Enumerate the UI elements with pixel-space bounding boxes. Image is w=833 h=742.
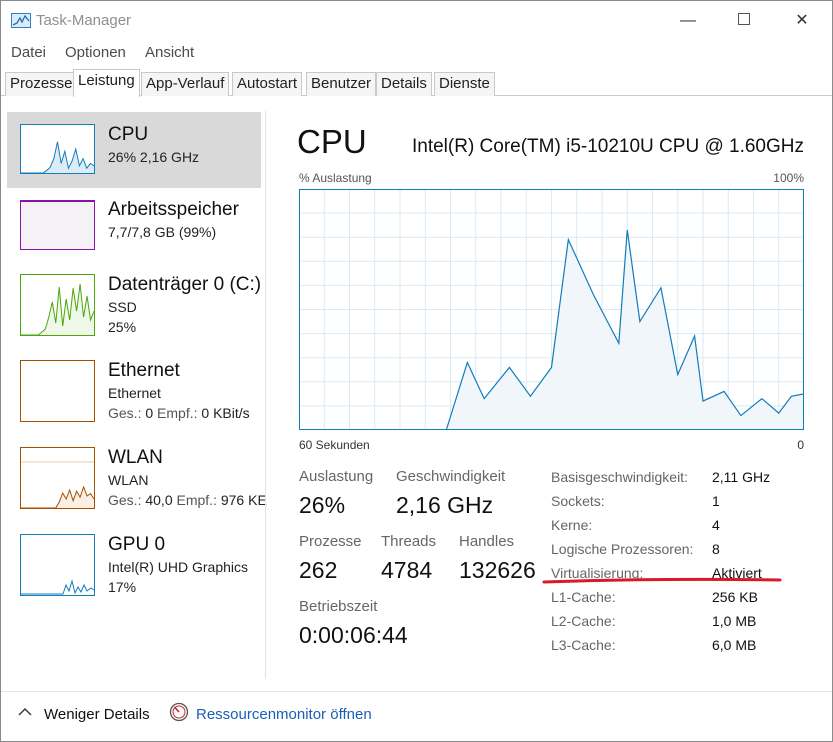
l2-cache-value: 1,0 MB — [712, 613, 757, 629]
l3-cache-value: 6,0 MB — [712, 637, 757, 653]
resource-detail: SSD — [108, 299, 137, 315]
memory-sparkline — [20, 200, 95, 250]
cpu-detail-panel: CPU Intel(R) Core(TM) i5-10210U CPU @ 1.… — [266, 97, 832, 677]
resource-detail: Ethernet — [108, 385, 161, 401]
title-bar: Task-Manager — ✕ — [1, 1, 832, 41]
task-manager-window: Task-Manager — ✕ Datei Optionen Ansicht … — [0, 0, 833, 742]
gpu-sparkline — [20, 534, 95, 596]
resource-item-wlan[interactable]: WLAN WLAN Ges.: 40,0 Empf.: 976 KE — [7, 442, 267, 518]
resource-item-cpu[interactable]: CPU 26% 2,16 GHz — [7, 112, 261, 188]
receive-value: 976 KE — [220, 492, 267, 508]
chevron-up-icon[interactable] — [17, 706, 33, 718]
resource-detail: WLAN — [108, 472, 149, 488]
resource-detail-2: 17% — [108, 579, 137, 595]
resource-item-gpu[interactable]: GPU 0 Intel(R) UHD Graphics 17% — [7, 529, 261, 605]
menu-bar: Datei Optionen Ansicht — [1, 41, 832, 65]
maximize-icon — [738, 13, 750, 26]
x-axis-end-label: 0 — [797, 438, 804, 452]
wlan-sparkline — [20, 447, 95, 509]
cpu-usage-chart — [299, 189, 804, 430]
l1-cache-label: L1-Cache: — [551, 589, 616, 605]
sparkline-area — [21, 141, 94, 173]
resource-title: Arbeitsspeicher — [108, 199, 239, 220]
cpu-sparkline — [20, 124, 95, 174]
tab-dienste[interactable]: Dienste — [434, 72, 495, 96]
l2-cache-label: L2-Cache: — [551, 613, 616, 629]
processes-value: 262 — [299, 557, 338, 583]
minimize-button[interactable]: — — [665, 7, 711, 35]
resource-title: Datenträger 0 (C:) — [108, 274, 262, 295]
logical-processors-label: Logische Prozessoren: — [551, 541, 694, 557]
resource-title: GPU 0 — [108, 534, 166, 555]
receive-value: 0 KBit/s — [201, 405, 250, 421]
l1-cache-value: 256 KB — [712, 589, 758, 605]
cores-value: 4 — [712, 517, 720, 533]
l3-cache-label: L3-Cache: — [551, 637, 616, 653]
threads-value: 4784 — [381, 557, 433, 583]
base-speed-value: 2,11 GHz — [712, 469, 771, 485]
maximize-button[interactable] — [721, 7, 767, 35]
sockets-value: 1 — [712, 493, 720, 509]
handles-label: Handles — [459, 533, 515, 550]
logical-processors-value: 8 — [712, 541, 720, 557]
resource-throughput: Ges.: 40,0 Empf.: 976 KE — [108, 492, 267, 508]
menu-datei[interactable]: Datei — [11, 44, 46, 61]
y-axis-label: % Auslastung — [299, 171, 372, 185]
y-axis-max-label: 100% — [773, 171, 804, 185]
resource-item-disk[interactable]: Datenträger 0 (C:) SSD 25% — [7, 269, 261, 345]
cpu-model-name: Intel(R) Core(TM) i5-10210U CPU @ 1.60GH… — [411, 136, 804, 157]
tab-autostart[interactable]: Autostart — [232, 72, 303, 96]
handles-value: 132626 — [459, 557, 536, 583]
resource-detail-2: 25% — [108, 319, 137, 335]
sparkline-area — [21, 201, 94, 249]
menu-ansicht[interactable]: Ansicht — [145, 44, 194, 61]
send-label: Ges.: — [108, 405, 142, 421]
disk-sparkline — [20, 274, 95, 336]
resource-title: WLAN — [108, 447, 163, 468]
send-value: 40,0 — [145, 492, 173, 508]
resource-title: CPU — [108, 124, 149, 145]
x-axis-label: 60 Sekunden — [299, 438, 370, 452]
menu-optionen[interactable]: Optionen — [65, 44, 126, 61]
tab-app-verlauf[interactable]: App-Verlauf — [141, 72, 230, 96]
uptime-label: Betriebszeit — [299, 598, 378, 615]
window-title: Task-Manager — [36, 12, 132, 29]
resource-detail: 26% 2,16 GHz — [108, 149, 200, 165]
resource-title: Ethernet — [108, 360, 180, 381]
resource-item-memory[interactable]: Arbeitsspeicher 7,7/7,8 GB (99%) — [7, 189, 261, 265]
red-annotation-underline — [542, 577, 782, 584]
resource-monitor-link[interactable]: Ressourcenmonitor öffnen — [196, 706, 372, 723]
task-manager-icon — [11, 13, 31, 28]
page-title: CPU — [297, 123, 367, 160]
processes-label: Prozesse — [299, 533, 362, 550]
utilization-value: 26% — [299, 492, 346, 518]
uptime-value: 0:00:06:44 — [299, 622, 408, 648]
cores-label: Kerne: — [551, 517, 593, 533]
resource-detail: Intel(R) UHD Graphics — [108, 559, 249, 575]
send-value: 0 — [145, 405, 154, 421]
resource-throughput: Ges.: 0 Empf.: 0 KBit/s — [108, 405, 250, 421]
tab-benutzer[interactable]: Benutzer — [306, 72, 377, 96]
utilization-label: Auslastung — [299, 468, 374, 485]
receive-label: Empf.: — [157, 405, 198, 421]
ethernet-sparkline — [20, 360, 95, 422]
resource-list: CPU 26% 2,16 GHz Arbeitsspeicher 7,7/7,8… — [1, 97, 267, 677]
resource-detail: 7,7/7,8 GB (99%) — [108, 224, 217, 240]
tab-leistung[interactable]: Leistung — [73, 69, 140, 97]
footer-bar: Weniger Details Ressourcenmonitor öffnen — [1, 691, 832, 737]
resource-item-ethernet[interactable]: Ethernet Ethernet Ges.: 0 Empf.: 0 KBit/… — [7, 355, 261, 431]
tab-prozesse[interactable]: Prozesse — [5, 72, 78, 96]
tab-details[interactable]: Details — [376, 72, 432, 96]
resource-monitor-icon — [169, 702, 189, 722]
base-speed-label: Basisgeschwindigkeit: — [551, 469, 688, 485]
receive-label: Empf.: — [176, 492, 217, 508]
threads-label: Threads — [381, 533, 437, 550]
fewer-details-button[interactable]: Weniger Details — [44, 706, 150, 723]
sockets-label: Sockets: — [551, 493, 605, 509]
speed-label: Geschwindigkeit — [396, 468, 506, 485]
close-button[interactable]: ✕ — [779, 7, 825, 35]
send-label: Ges.: — [108, 492, 142, 508]
speed-value: 2,16 GHz — [396, 492, 494, 518]
tab-bar: Prozesse Leistung App-Verlauf Autostart … — [1, 69, 832, 97]
